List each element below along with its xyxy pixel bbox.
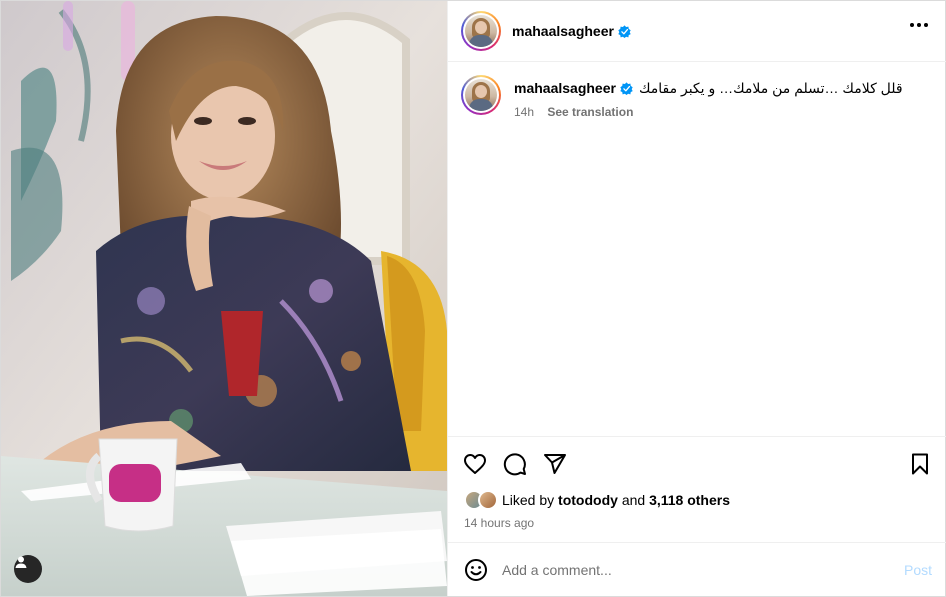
header-username[interactable]: mahaalsagheer <box>512 23 631 39</box>
likes-and-label: and <box>621 492 646 508</box>
post-photo[interactable] <box>1 1 447 596</box>
instagram-post-dialog: mahaalsagheer mahaalsagheer قلل كلامك …ت… <box>0 0 946 597</box>
header-username-text[interactable]: mahaalsagheer <box>512 23 614 39</box>
photo-illustration <box>1 1 447 596</box>
paper-plane-icon[interactable] <box>543 452 567 476</box>
likes-others[interactable]: 3,118 others <box>649 492 730 508</box>
liker-username[interactable]: totodody <box>558 492 618 508</box>
caption-text: قلل كلامك …تسلم من ملامك… و يكبر مقامك <box>638 80 903 96</box>
comment-bubble-icon[interactable] <box>503 452 527 476</box>
post-timestamp[interactable]: 14 hours ago <box>464 516 534 530</box>
caption: mahaalsagheer قلل كلامك …تسلم من ملامك… … <box>461 75 903 119</box>
post-button[interactable]: Post <box>904 562 932 578</box>
comment-form: Post <box>448 542 946 596</box>
user-tag-icon[interactable] <box>14 555 42 583</box>
liker-avatar[interactable] <box>478 490 498 510</box>
avatar[interactable] <box>461 11 501 51</box>
post-details-panel: mahaalsagheer mahaalsagheer قلل كلامك …ت… <box>447 1 946 596</box>
bookmark-icon[interactable] <box>908 452 932 476</box>
more-horizontal-icon[interactable] <box>910 23 928 27</box>
caption-username[interactable]: mahaalsagheer <box>514 80 633 96</box>
likes-summary[interactable]: Liked by totodody and 3,118 others <box>464 490 730 510</box>
verified-badge-icon <box>618 25 631 38</box>
verified-badge-icon <box>620 82 633 95</box>
post-header: mahaalsagheer <box>448 1 946 62</box>
heart-icon[interactable] <box>463 452 487 476</box>
caption-username-text[interactable]: mahaalsagheer <box>514 80 616 96</box>
liked-by-label: Liked by <box>502 492 555 508</box>
action-bar <box>448 436 946 491</box>
see-translation-button[interactable]: See translation <box>547 105 633 119</box>
emoji-smile-icon[interactable] <box>464 558 488 582</box>
comment-input[interactable] <box>502 561 882 578</box>
caption-avatar[interactable] <box>461 75 501 115</box>
caption-age[interactable]: 14h <box>514 105 534 119</box>
